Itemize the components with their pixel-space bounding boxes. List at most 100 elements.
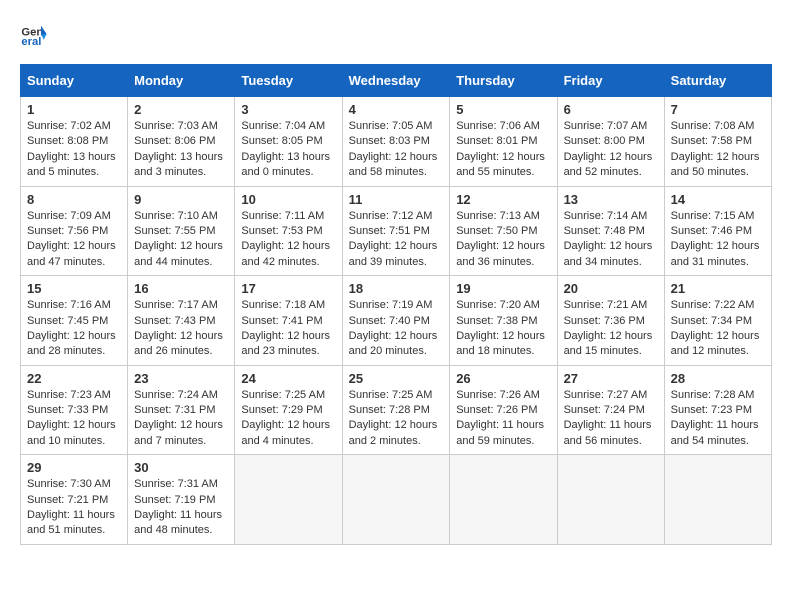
- calendar-week-5: 29Sunrise: 7:30 AMSunset: 7:21 PMDayligh…: [21, 455, 772, 545]
- day-number: 21: [671, 281, 765, 296]
- day-info: Sunrise: 7:02 AMSunset: 8:08 PMDaylight:…: [27, 119, 121, 181]
- day-number: 6: [564, 102, 658, 117]
- day-info: Sunrise: 7:22 AMSunset: 7:34 PMDaylight:…: [671, 298, 765, 360]
- calendar-cell-27: 27 Sunrise: 7:27 AMSunset: 7:24 PMDayligh…: [557, 365, 664, 455]
- calendar-cell-20: 20Sunrise: 7:21 AMSunset: 7:36 PMDayligh…: [557, 276, 664, 366]
- weekday-wednesday: Wednesday: [342, 65, 450, 97]
- day-info: Sunrise: 7:15 AMSunset: 7:46 PMDaylight:…: [671, 209, 765, 271]
- day-number: 13: [564, 192, 658, 207]
- day-info: Sunrise: 7:12 AMSunset: 7:51 PMDaylight:…: [349, 209, 444, 271]
- day-number: 2: [134, 102, 228, 117]
- day-info: Sunrise: 7:13 AMSunset: 7:50 PMDaylight:…: [456, 209, 550, 271]
- day-info: Sunrise: 7:30 AMSunset: 7:21 PMDaylight:…: [27, 477, 121, 539]
- weekday-saturday: Saturday: [664, 65, 771, 97]
- calendar-body: 1 Sunrise: 7:02 AMSunset: 8:08 PMDaylight…: [21, 97, 772, 545]
- calendar-cell-21: 21 Sunrise: 7:22 AMSunset: 7:34 PMDayligh…: [664, 276, 771, 366]
- day-number: 1: [27, 102, 121, 117]
- calendar-cell-empty: [235, 455, 342, 545]
- day-info: Sunrise: 7:23 AMSunset: 7:33 PMDaylight:…: [27, 388, 121, 450]
- calendar-cell-8: 8 Sunrise: 7:09 AMSunset: 7:56 PMDaylight…: [21, 186, 128, 276]
- day-info: Sunrise: 7:11 AMSunset: 7:53 PMDaylight:…: [241, 209, 335, 271]
- day-number: 9: [134, 192, 228, 207]
- day-number: 30: [134, 460, 228, 475]
- weekday-monday: Monday: [128, 65, 235, 97]
- calendar-week-2: 8 Sunrise: 7:09 AMSunset: 7:56 PMDaylight…: [21, 186, 772, 276]
- calendar-cell-26: 26 Sunrise: 7:26 AMSunset: 7:26 PMDayligh…: [450, 365, 557, 455]
- day-info: Sunrise: 7:10 AMSunset: 7:55 PMDaylight:…: [134, 209, 228, 271]
- day-info: Sunrise: 7:27 AMSunset: 7:24 PMDaylight:…: [564, 388, 658, 450]
- logo: Gen eral: [20, 20, 52, 48]
- calendar-cell-12: 12 Sunrise: 7:13 AMSunset: 7:50 PMDayligh…: [450, 186, 557, 276]
- calendar-cell-25: 25 Sunrise: 7:25 AMSunset: 7:28 PMDayligh…: [342, 365, 450, 455]
- calendar-cell-30: 30 Sunrise: 7:31 AMSunset: 7:19 PMDayligh…: [128, 455, 235, 545]
- day-info: Sunrise: 7:04 AMSunset: 8:05 PMDaylight:…: [241, 119, 335, 181]
- day-info: Sunrise: 7:28 AMSunset: 7:23 PMDaylight:…: [671, 388, 765, 450]
- day-info: Sunrise: 7:24 AMSunset: 7:31 PMDaylight:…: [134, 388, 228, 450]
- day-number: 12: [456, 192, 550, 207]
- calendar: SundayMondayTuesdayWednesdayThursdayFrid…: [20, 64, 772, 545]
- calendar-cell-24: 24 Sunrise: 7:25 AMSunset: 7:29 PMDayligh…: [235, 365, 342, 455]
- day-number: 8: [27, 192, 121, 207]
- calendar-cell-15: 15Sunrise: 7:16 AMSunset: 7:45 PMDayligh…: [21, 276, 128, 366]
- calendar-week-1: 1 Sunrise: 7:02 AMSunset: 8:08 PMDaylight…: [21, 97, 772, 187]
- day-info: Sunrise: 7:07 AMSunset: 8:00 PMDaylight:…: [564, 119, 658, 181]
- day-info: Sunrise: 7:31 AMSunset: 7:19 PMDaylight:…: [134, 477, 228, 539]
- day-info: Sunrise: 7:19 AMSunset: 7:40 PMDaylight:…: [349, 298, 444, 360]
- calendar-cell-18: 18 Sunrise: 7:19 AMSunset: 7:40 PMDayligh…: [342, 276, 450, 366]
- day-info: Sunrise: 7:25 AMSunset: 7:29 PMDaylight:…: [241, 388, 335, 450]
- day-info: Sunrise: 7:03 AMSunset: 8:06 PMDaylight:…: [134, 119, 228, 181]
- calendar-cell-empty: [557, 455, 664, 545]
- calendar-cell-1: 1 Sunrise: 7:02 AMSunset: 8:08 PMDaylight…: [21, 97, 128, 187]
- day-number: 25: [349, 371, 444, 386]
- day-number: 22: [27, 371, 121, 386]
- calendar-cell-16: 16 Sunrise: 7:17 AMSunset: 7:43 PMDayligh…: [128, 276, 235, 366]
- day-info: Sunrise: 7:25 AMSunset: 7:28 PMDaylight:…: [349, 388, 444, 450]
- calendar-cell-14: 14Sunrise: 7:15 AMSunset: 7:46 PMDayligh…: [664, 186, 771, 276]
- day-info: Sunrise: 7:21 AMSunset: 7:36 PMDaylight:…: [564, 298, 658, 360]
- calendar-cell-2: 2 Sunrise: 7:03 AMSunset: 8:06 PMDaylight…: [128, 97, 235, 187]
- day-number: 18: [349, 281, 444, 296]
- day-info: Sunrise: 7:05 AMSunset: 8:03 PMDaylight:…: [349, 119, 444, 181]
- calendar-cell-4: 4 Sunrise: 7:05 AMSunset: 8:03 PMDaylight…: [342, 97, 450, 187]
- calendar-cell-10: 10Sunrise: 7:11 AMSunset: 7:53 PMDayligh…: [235, 186, 342, 276]
- day-number: 24: [241, 371, 335, 386]
- calendar-cell-empty: [450, 455, 557, 545]
- day-number: 23: [134, 371, 228, 386]
- weekday-thursday: Thursday: [450, 65, 557, 97]
- day-info: Sunrise: 7:14 AMSunset: 7:48 PMDaylight:…: [564, 209, 658, 271]
- svg-text:eral: eral: [21, 36, 41, 48]
- day-number: 27: [564, 371, 658, 386]
- day-info: Sunrise: 7:06 AMSunset: 8:01 PMDaylight:…: [456, 119, 550, 181]
- day-number: 17: [241, 281, 335, 296]
- calendar-cell-3: 3 Sunrise: 7:04 AMSunset: 8:05 PMDaylight…: [235, 97, 342, 187]
- weekday-tuesday: Tuesday: [235, 65, 342, 97]
- weekday-header: SundayMondayTuesdayWednesdayThursdayFrid…: [21, 65, 772, 97]
- day-info: Sunrise: 7:26 AMSunset: 7:26 PMDaylight:…: [456, 388, 550, 450]
- day-info: Sunrise: 7:20 AMSunset: 7:38 PMDaylight:…: [456, 298, 550, 360]
- calendar-cell-19: 19Sunrise: 7:20 AMSunset: 7:38 PMDayligh…: [450, 276, 557, 366]
- calendar-week-4: 22 Sunrise: 7:23 AMSunset: 7:33 PMDayligh…: [21, 365, 772, 455]
- day-number: 28: [671, 371, 765, 386]
- day-number: 15: [27, 281, 121, 296]
- calendar-cell-17: 17 Sunrise: 7:18 AMSunset: 7:41 PMDayligh…: [235, 276, 342, 366]
- calendar-cell-5: 5 Sunrise: 7:06 AMSunset: 8:01 PMDaylight…: [450, 97, 557, 187]
- day-number: 7: [671, 102, 765, 117]
- day-number: 16: [134, 281, 228, 296]
- calendar-cell-13: 13 Sunrise: 7:14 AMSunset: 7:48 PMDayligh…: [557, 186, 664, 276]
- calendar-week-3: 15Sunrise: 7:16 AMSunset: 7:45 PMDayligh…: [21, 276, 772, 366]
- weekday-friday: Friday: [557, 65, 664, 97]
- calendar-cell-9: 9 Sunrise: 7:10 AMSunset: 7:55 PMDaylight…: [128, 186, 235, 276]
- weekday-sunday: Sunday: [21, 65, 128, 97]
- day-info: Sunrise: 7:09 AMSunset: 7:56 PMDaylight:…: [27, 209, 121, 271]
- calendar-cell-29: 29Sunrise: 7:30 AMSunset: 7:21 PMDayligh…: [21, 455, 128, 545]
- header: Gen eral: [20, 20, 772, 48]
- day-number: 4: [349, 102, 444, 117]
- day-info: Sunrise: 7:17 AMSunset: 7:43 PMDaylight:…: [134, 298, 228, 360]
- calendar-cell-23: 23 Sunrise: 7:24 AMSunset: 7:31 PMDayligh…: [128, 365, 235, 455]
- day-info: Sunrise: 7:08 AMSunset: 7:58 PMDaylight:…: [671, 119, 765, 181]
- day-number: 26: [456, 371, 550, 386]
- day-number: 3: [241, 102, 335, 117]
- day-info: Sunrise: 7:18 AMSunset: 7:41 PMDaylight:…: [241, 298, 335, 360]
- day-number: 5: [456, 102, 550, 117]
- calendar-cell-22: 22 Sunrise: 7:23 AMSunset: 7:33 PMDayligh…: [21, 365, 128, 455]
